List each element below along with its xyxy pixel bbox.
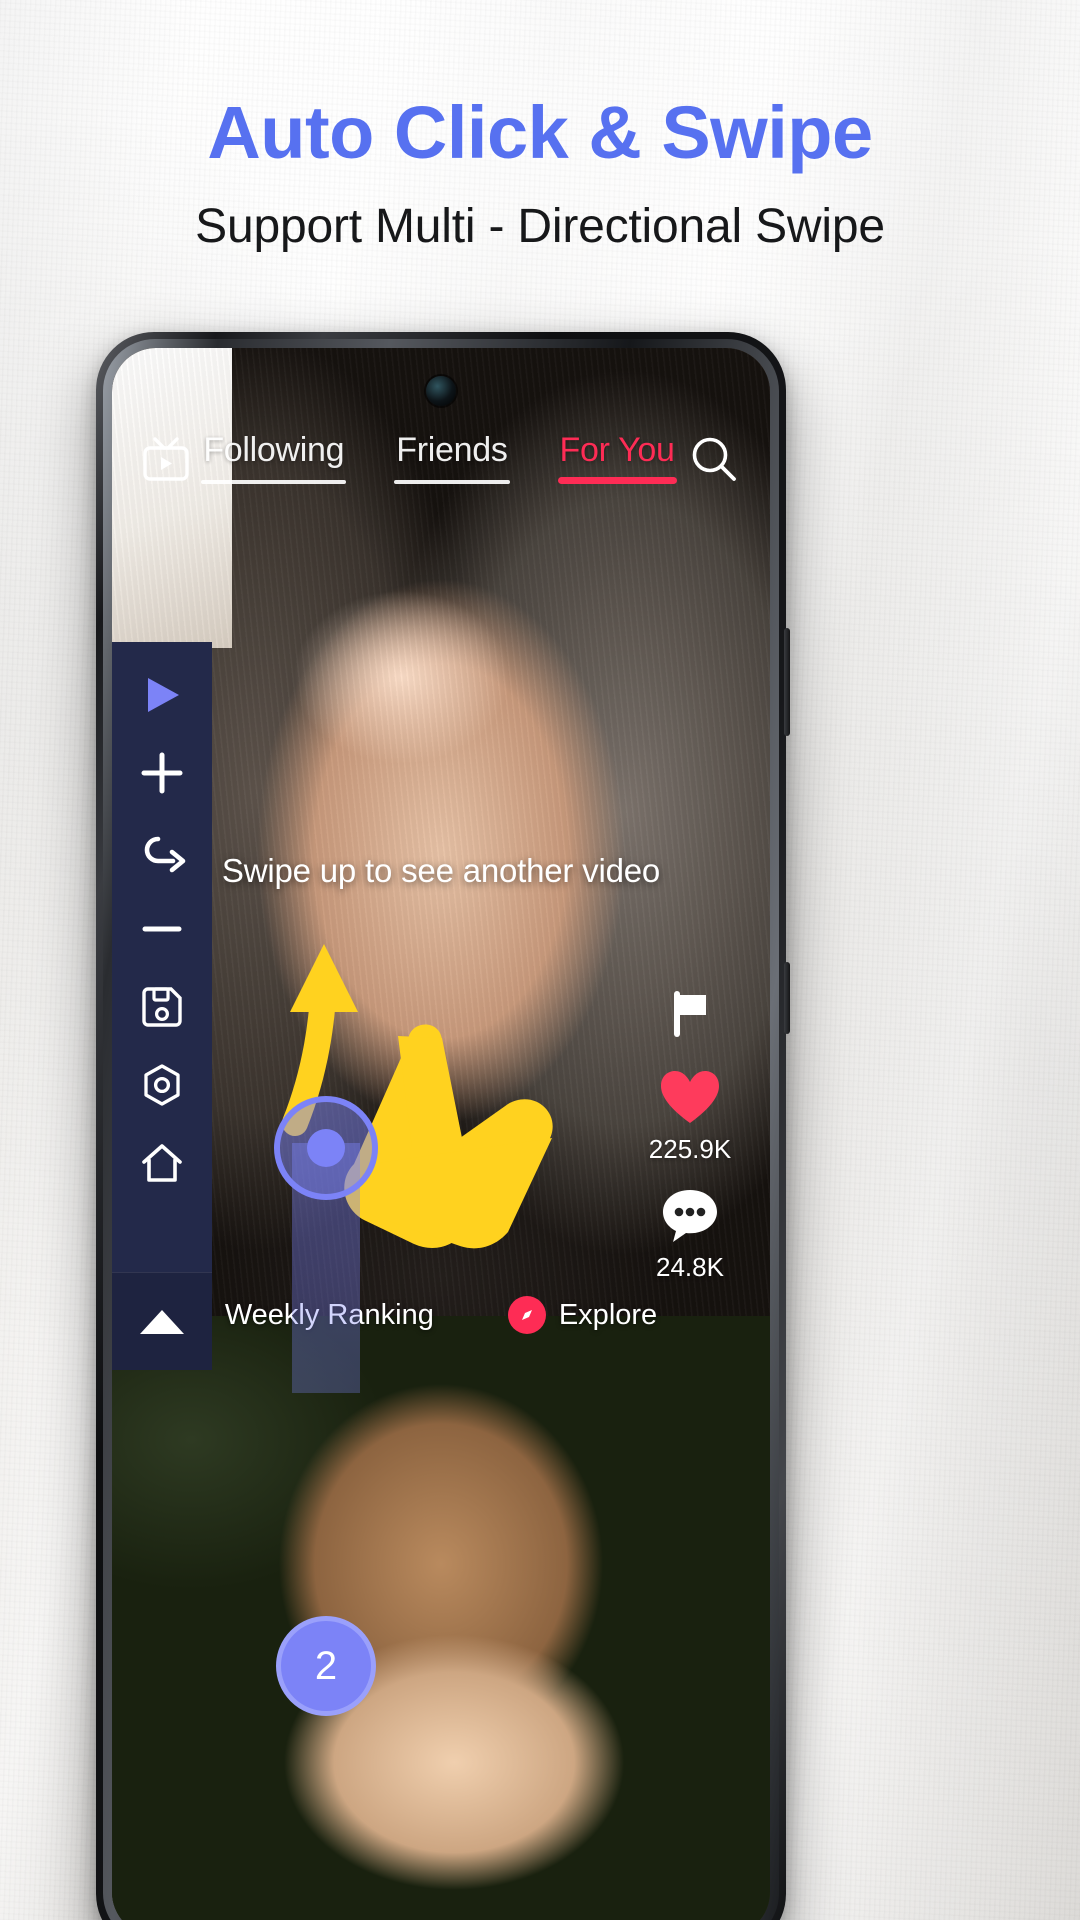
tab-following-underline	[201, 479, 347, 484]
add-point-button[interactable]	[112, 734, 212, 812]
phone-mockup: Following Friends For You 225.9K 24.8K W…	[96, 332, 790, 1920]
swipe-arrow-icon	[144, 836, 186, 873]
tab-following[interactable]: Following	[197, 431, 350, 488]
phone-screen: Following Friends For You 225.9K 24.8K W…	[112, 348, 770, 1920]
minus-icon	[142, 926, 182, 932]
page-subtitle: Support Multi - Directional Swipe	[195, 200, 885, 253]
home-button[interactable]	[112, 1124, 212, 1202]
play-button[interactable]	[112, 656, 212, 734]
remove-button[interactable]	[112, 890, 212, 968]
promo-header: Auto Click & Swipe Support Multi - Direc…	[0, 0, 1080, 251]
triangle-up-icon	[140, 1309, 184, 1334]
like-action[interactable]: 225.9K	[649, 1069, 731, 1165]
swipe-end-node[interactable]: 2	[276, 1616, 376, 1716]
action-rail: 225.9K 24.8K	[634, 988, 746, 1305]
tab-friends[interactable]: Friends	[390, 431, 513, 488]
front-camera	[426, 376, 456, 406]
like-count: 225.9K	[648, 1134, 732, 1164]
plus-icon	[141, 752, 183, 794]
app-top-nav: Following Friends For You	[112, 416, 770, 502]
page-title: Auto Click & Swipe	[207, 91, 873, 174]
home-icon	[142, 1144, 182, 1182]
comment-action[interactable]: 24.8K	[656, 1187, 724, 1283]
tab-following-label: Following	[203, 430, 345, 469]
explore-chip[interactable]: Explore	[507, 1296, 658, 1334]
flag-icon	[674, 991, 706, 1037]
tab-friends-label: Friends	[396, 430, 508, 469]
play-triangle-icon	[148, 678, 179, 712]
flag-action[interactable]	[664, 988, 716, 1047]
swipe-start-dot	[307, 1129, 345, 1167]
auto-click-toolbar	[112, 642, 212, 1272]
add-swipe-button[interactable]	[112, 812, 212, 890]
heart-icon	[661, 1071, 719, 1123]
floppy-disk-icon	[142, 987, 182, 1027]
target-record-icon	[144, 1064, 180, 1106]
swipe-end-label: 2	[314, 1643, 338, 1688]
tab-for-you-underline	[557, 476, 677, 484]
comment-bubble-icon	[662, 1190, 717, 1242]
record-button[interactable]	[112, 1046, 212, 1124]
power-button[interactable]	[784, 962, 790, 1034]
search-icon[interactable]	[686, 431, 742, 487]
video-next-thumbnail	[112, 1316, 770, 1920]
compass-icon	[507, 1296, 546, 1334]
collapse-button[interactable]	[112, 1272, 212, 1370]
explore-label: Explore	[558, 1298, 658, 1331]
tab-for-you[interactable]: For You	[554, 431, 681, 488]
save-button[interactable]	[112, 968, 212, 1046]
live-tv-icon[interactable]	[140, 433, 192, 485]
swipe-start-node[interactable]	[274, 1096, 378, 1200]
tab-friends-underline	[394, 479, 510, 484]
comment-count: 24.8K	[656, 1252, 724, 1282]
video-next[interactable]	[112, 1316, 770, 1920]
tab-for-you-label: For You	[559, 430, 675, 469]
feed-tabs: Following Friends For You	[192, 431, 686, 488]
volume-button[interactable]	[784, 628, 790, 736]
